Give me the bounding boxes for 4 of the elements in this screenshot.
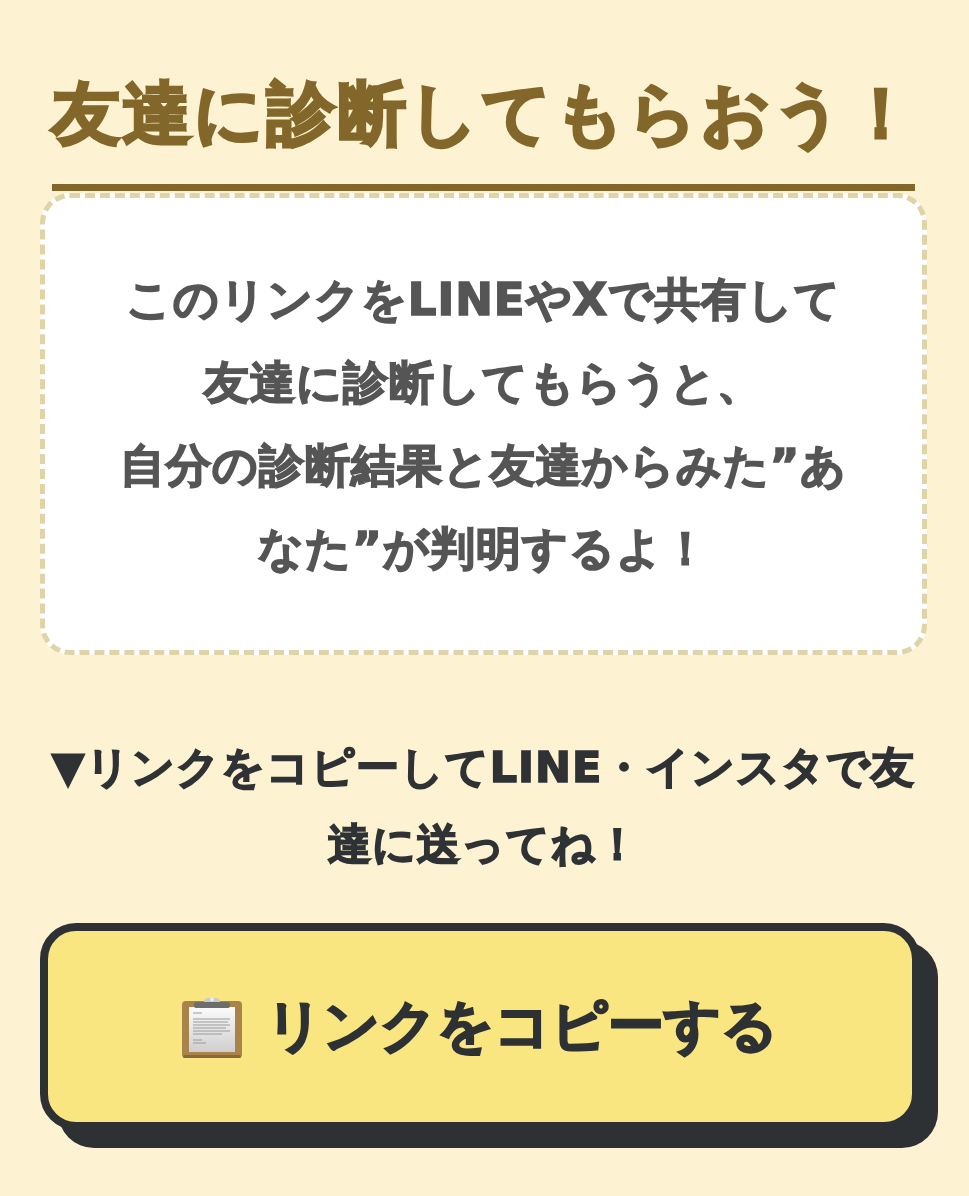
clipboard-icon [182,995,242,1058]
section-heading: 友達に診断してもらおう！ [52,73,919,155]
instruction-text: ▼リンクをコピーしてLINE・インスタで友 達に送ってね！ [50,741,917,871]
share-message: このリンクをLINEやXで共有して 友達に診断してもらうと、 自分の診断結果と友達からみた”あ なた”が判明するよ！ [118,272,849,577]
